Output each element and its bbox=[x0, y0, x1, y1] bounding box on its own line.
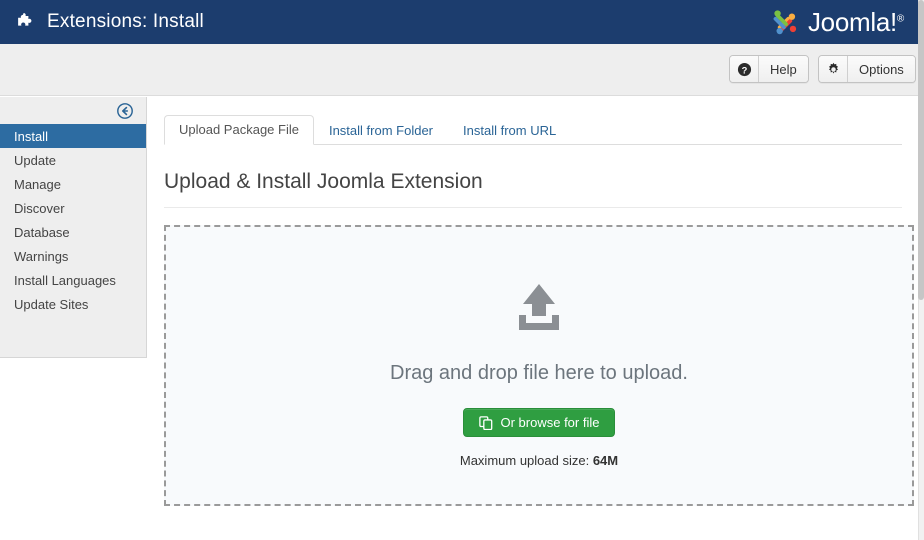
options-button[interactable]: Options bbox=[818, 55, 916, 83]
sidebar-item-label: Warnings bbox=[14, 249, 68, 264]
toolbar-bar: ? Help Options bbox=[0, 44, 918, 96]
joomla-mark-icon bbox=[768, 5, 802, 39]
joomla-wordmark: Joomla!® bbox=[808, 7, 904, 38]
tab-label: Upload Package File bbox=[179, 122, 299, 137]
browse-for-file-button[interactable]: Or browse for file bbox=[463, 408, 616, 437]
options-button-label[interactable]: Options bbox=[848, 56, 915, 82]
browse-for-file-label: Or browse for file bbox=[501, 415, 600, 430]
sidebar-item-install-languages[interactable]: Install Languages bbox=[0, 268, 146, 292]
tab-upload-package-file[interactable]: Upload Package File bbox=[164, 115, 314, 145]
copy-files-icon bbox=[479, 416, 501, 430]
page-title: Extensions: Install bbox=[47, 11, 204, 33]
max-upload-size: Maximum upload size: 64M bbox=[460, 453, 618, 468]
page-header: Extensions: Install bbox=[0, 0, 918, 44]
sidebar-item-label: Database bbox=[14, 225, 70, 240]
sidebar-item-discover[interactable]: Discover bbox=[0, 196, 146, 220]
sidebar-item-database[interactable]: Database bbox=[0, 220, 146, 244]
vertical-scrollbar[interactable] bbox=[918, 0, 924, 540]
gear-icon[interactable] bbox=[819, 56, 848, 82]
registered-mark: ® bbox=[897, 13, 904, 24]
section-title: Upload & Install Joomla Extension bbox=[164, 170, 902, 208]
question-circle-icon[interactable]: ? bbox=[730, 56, 759, 82]
sidebar-item-manage[interactable]: Manage bbox=[0, 172, 146, 196]
sidebar-item-warnings[interactable]: Warnings bbox=[0, 244, 146, 268]
dropzone-instruction: Drag and drop file here to upload. bbox=[390, 362, 688, 385]
max-upload-size-label: Maximum upload size: bbox=[460, 453, 589, 468]
sidebar-item-install[interactable]: Install bbox=[0, 124, 146, 148]
sidebar-item-label: Discover bbox=[14, 201, 65, 216]
joomla-admin-page: Extensions: Install bbox=[0, 0, 924, 540]
svg-text:?: ? bbox=[741, 65, 747, 75]
tab-bar: Upload Package File Install from Folder … bbox=[164, 114, 902, 145]
help-button[interactable]: ? Help bbox=[729, 55, 809, 83]
max-upload-size-value: 64M bbox=[593, 453, 618, 468]
arrow-circle-left-icon[interactable] bbox=[116, 102, 134, 120]
sidebar-item-label: Install bbox=[14, 129, 48, 144]
sidebar-item-label: Update Sites bbox=[14, 297, 88, 312]
sidebar-collapse-row bbox=[0, 97, 146, 124]
sidebar-item-label: Manage bbox=[14, 177, 61, 192]
main-content: Upload Package File Install from Folder … bbox=[148, 97, 918, 540]
sidebar-menu: Install Update Manage Discover Database … bbox=[0, 124, 146, 316]
sidebar-item-label: Install Languages bbox=[14, 273, 116, 288]
upload-arrow-tray-icon bbox=[511, 227, 567, 332]
puzzle-piece-icon bbox=[14, 11, 36, 33]
sidebar-item-update-sites[interactable]: Update Sites bbox=[0, 292, 146, 316]
sidebar: Install Update Manage Discover Database … bbox=[0, 97, 147, 358]
tab-install-from-url[interactable]: Install from URL bbox=[448, 116, 571, 145]
joomla-logo[interactable]: Joomla!® bbox=[768, 5, 904, 39]
scrollbar-thumb[interactable] bbox=[918, 0, 924, 300]
help-button-label[interactable]: Help bbox=[759, 56, 808, 82]
sidebar-item-label: Update bbox=[14, 153, 56, 168]
tab-label: Install from Folder bbox=[329, 123, 433, 138]
upload-dropzone[interactable]: Drag and drop file here to upload. Or br… bbox=[164, 225, 914, 506]
tab-label: Install from URL bbox=[463, 123, 556, 138]
sidebar-item-update[interactable]: Update bbox=[0, 148, 146, 172]
tab-install-from-folder[interactable]: Install from Folder bbox=[314, 116, 448, 145]
header-left: Extensions: Install bbox=[0, 11, 204, 33]
header-right: Joomla!® bbox=[768, 5, 918, 39]
